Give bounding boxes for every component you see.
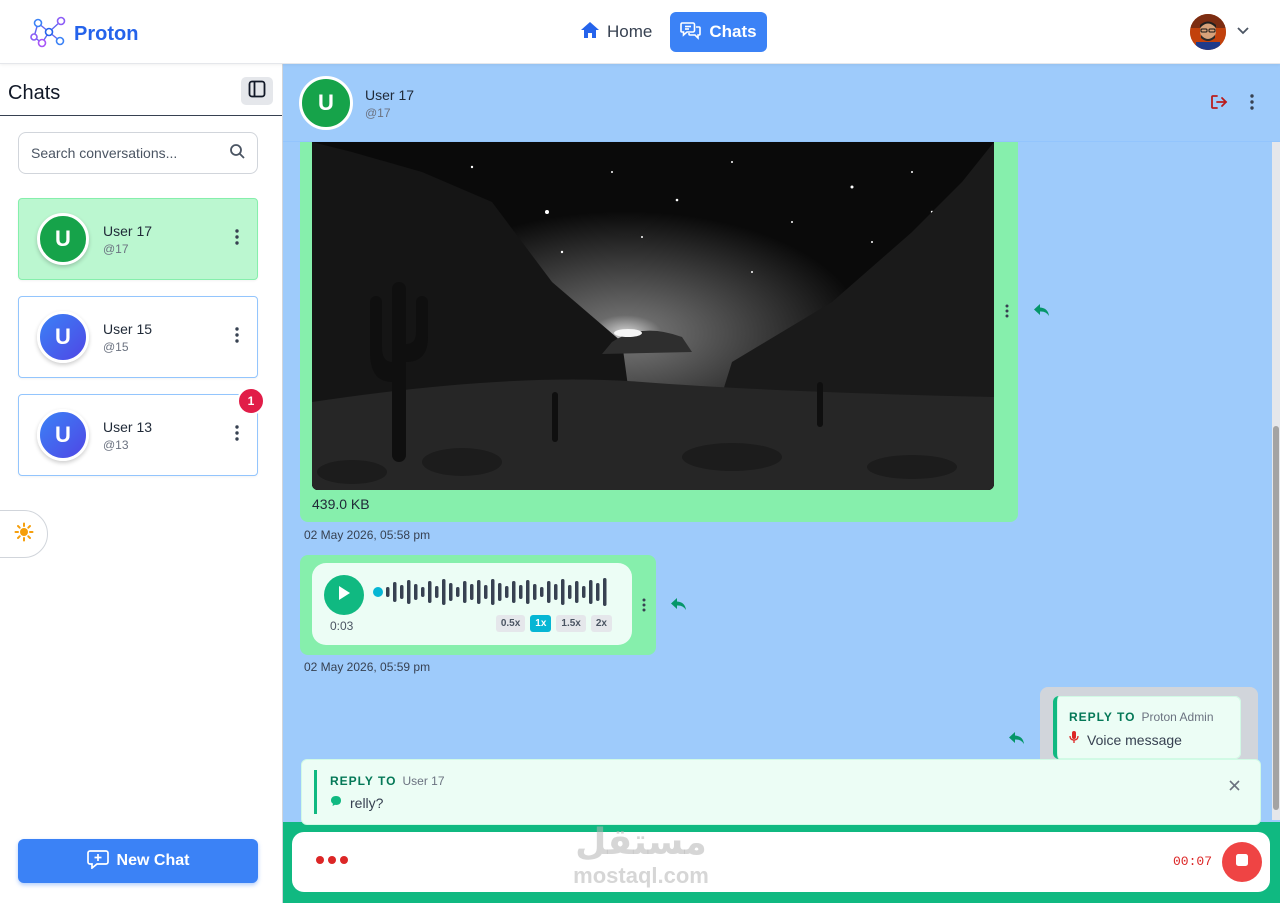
more-vertical-icon[interactable] bbox=[235, 229, 239, 250]
conversation-item[interactable]: U User 17 @17 bbox=[18, 198, 258, 280]
user-menu[interactable] bbox=[1190, 14, 1250, 50]
sidebar-title: Chats bbox=[8, 82, 61, 104]
recording-timer: 00:07 bbox=[1172, 854, 1212, 869]
leave-chat-icon[interactable] bbox=[1210, 94, 1228, 115]
sidebar-toggle-button[interactable] bbox=[241, 77, 273, 105]
sun-icon bbox=[14, 522, 34, 547]
reply-icon[interactable] bbox=[1033, 302, 1051, 323]
reply-preview-text: Voice message bbox=[1087, 731, 1182, 748]
conversation-handle: @15 bbox=[103, 340, 129, 354]
reply-preview-bar: REPLY TO User 17 relly? bbox=[301, 759, 1261, 825]
chat-header-handle: @17 bbox=[365, 106, 391, 120]
file-size: 439.0 KB bbox=[312, 496, 370, 512]
reply-accent-bar bbox=[314, 770, 317, 814]
conversation-avatar: U bbox=[37, 409, 89, 461]
conversation-name: User 15 bbox=[103, 321, 153, 337]
reply-to-user: User 17 bbox=[402, 774, 445, 788]
conversation-handle: @17 bbox=[103, 242, 129, 256]
image-message: 439.0 KB bbox=[300, 142, 1018, 522]
quoted-reply-preview: Voice message bbox=[1069, 730, 1182, 749]
nav-home-label: Home bbox=[607, 22, 653, 41]
add-chat-icon bbox=[86, 849, 109, 874]
panel-toggle-icon bbox=[248, 80, 266, 103]
reply-to-label: REPLY TO bbox=[330, 774, 397, 788]
speed-1-5x-button[interactable]: 1.5x bbox=[556, 615, 586, 632]
more-vertical-icon[interactable] bbox=[235, 425, 239, 446]
recording-box: 00:07 bbox=[292, 832, 1270, 892]
brand-name: Proton bbox=[74, 23, 139, 45]
search-input[interactable] bbox=[31, 145, 229, 161]
chat-bubble-icon bbox=[330, 794, 342, 812]
waveform-slider[interactable] bbox=[372, 575, 616, 609]
chevron-down-icon[interactable] bbox=[1236, 23, 1250, 41]
message-timestamp: 02 May 2026, 05:59 pm bbox=[304, 660, 431, 674]
quoted-reply[interactable]: REPLY TO Proton Admin Voice message bbox=[1053, 696, 1241, 759]
reply-bar-preview: relly? bbox=[330, 794, 383, 812]
scrollbar-thumb[interactable] bbox=[1273, 426, 1279, 810]
chat-header-name: User 17 bbox=[365, 87, 415, 103]
voice-duration: 0:03 bbox=[330, 619, 354, 633]
new-chat-label: New Chat bbox=[116, 852, 190, 869]
close-icon[interactable] bbox=[1229, 778, 1240, 796]
reply-icon[interactable] bbox=[1008, 730, 1026, 751]
unread-badge: 1 bbox=[237, 387, 265, 415]
desert-night-photo[interactable] bbox=[312, 142, 994, 490]
main-nav: Home Chats bbox=[570, 12, 767, 52]
stop-icon bbox=[1235, 853, 1249, 872]
more-vertical-icon[interactable] bbox=[1005, 304, 1009, 323]
chat-header-avatar[interactable]: U bbox=[299, 76, 353, 130]
more-vertical-icon[interactable] bbox=[1250, 94, 1254, 115]
conversation-name: User 13 bbox=[103, 419, 153, 435]
brand[interactable]: Proton bbox=[30, 13, 138, 56]
more-vertical-icon[interactable] bbox=[235, 327, 239, 348]
conversation-avatar: U bbox=[37, 311, 89, 363]
voice-player: 0:03 0.5x 1x 1.5x 2x bbox=[312, 563, 632, 645]
molecule-logo-icon bbox=[30, 13, 68, 56]
top-navbar: Proton Home Chats bbox=[0, 0, 1280, 64]
nav-home[interactable]: Home bbox=[570, 12, 662, 52]
voice-message: 0:03 0.5x 1x 1.5x 2x bbox=[300, 555, 656, 655]
microphone-icon bbox=[1069, 730, 1079, 749]
reply-to-user: Proton Admin bbox=[1141, 710, 1214, 724]
reply-to-label: REPLY TO bbox=[1069, 710, 1136, 724]
message-timestamp: 02 May 2026, 05:58 pm bbox=[304, 528, 431, 542]
search-icon[interactable] bbox=[229, 143, 245, 164]
conversation-item[interactable]: U User 13 @13 1 bbox=[18, 387, 265, 476]
speed-2x-button[interactable]: 2x bbox=[590, 615, 612, 632]
conversation-handle: @13 bbox=[103, 438, 129, 452]
user-avatar[interactable] bbox=[1190, 14, 1226, 50]
conversation-name: User 17 bbox=[103, 223, 153, 239]
theme-toggle-button[interactable] bbox=[0, 510, 48, 558]
outgoing-message: REPLY TO Proton Admin Voice message bbox=[1040, 687, 1258, 763]
new-chat-button[interactable]: New Chat bbox=[18, 839, 258, 883]
chat-header-actions bbox=[1210, 94, 1254, 115]
reply-icon[interactable] bbox=[670, 596, 688, 617]
chat-header: U User 17 @17 bbox=[283, 64, 1280, 142]
conversation-item[interactable]: U User 15 @15 bbox=[18, 296, 258, 378]
recording-indicator-icon bbox=[316, 856, 348, 864]
chat-panel: U User 17 @17 439.0 KB 02 May 2026, 05:5… bbox=[283, 64, 1280, 903]
reply-bar-text: relly? bbox=[350, 795, 384, 811]
sidebar-header: Chats bbox=[0, 64, 282, 116]
speed-0-5x-button[interactable]: 0.5x bbox=[495, 615, 526, 632]
nav-chats[interactable]: Chats bbox=[670, 12, 767, 52]
speed-1x-button[interactable]: 1x bbox=[530, 615, 552, 632]
reply-bar-header: REPLY TO User 17 bbox=[330, 772, 445, 790]
chat-bubbles-icon bbox=[680, 20, 702, 45]
stop-recording-button[interactable] bbox=[1222, 842, 1262, 882]
play-button[interactable] bbox=[324, 575, 364, 615]
message-composer: 00:07 مستقل mostaql.com bbox=[283, 822, 1280, 903]
search-box bbox=[18, 132, 258, 174]
play-icon bbox=[336, 584, 352, 607]
conversation-avatar: U bbox=[37, 213, 89, 265]
home-icon bbox=[580, 21, 600, 44]
playback-speed-group: 0.5x 1x 1.5x 2x bbox=[495, 615, 612, 632]
quoted-reply-header: REPLY TO Proton Admin bbox=[1069, 708, 1214, 726]
nav-chats-label: Chats bbox=[709, 22, 757, 41]
chat-sidebar: Chats U User 17 @17 U User 15 @15 U User… bbox=[0, 64, 283, 903]
more-vertical-icon[interactable] bbox=[642, 598, 646, 617]
